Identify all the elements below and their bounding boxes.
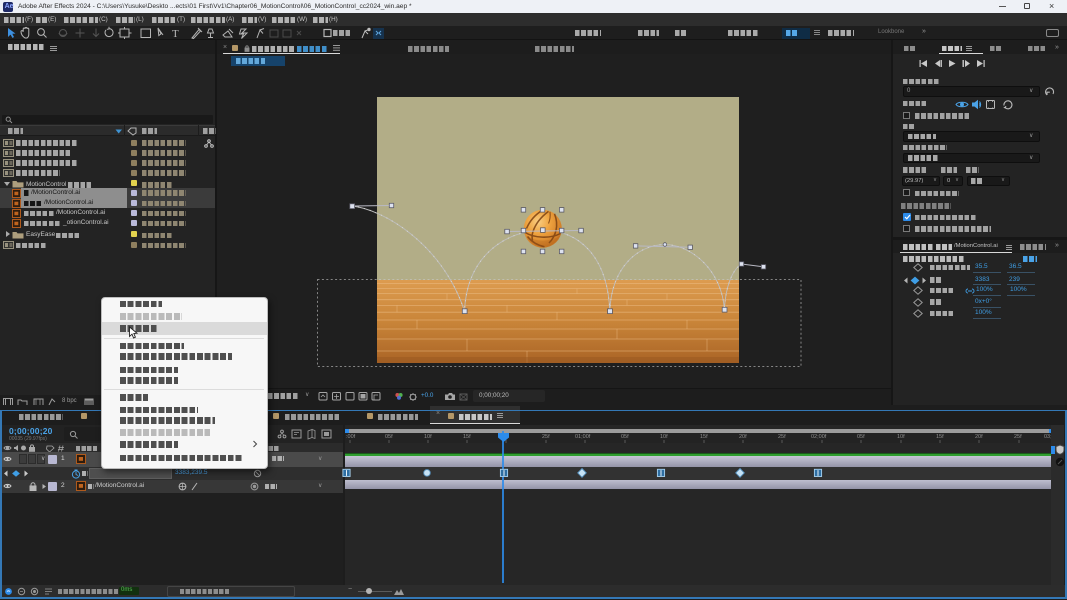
svg-text:T: T: [172, 28, 179, 40]
